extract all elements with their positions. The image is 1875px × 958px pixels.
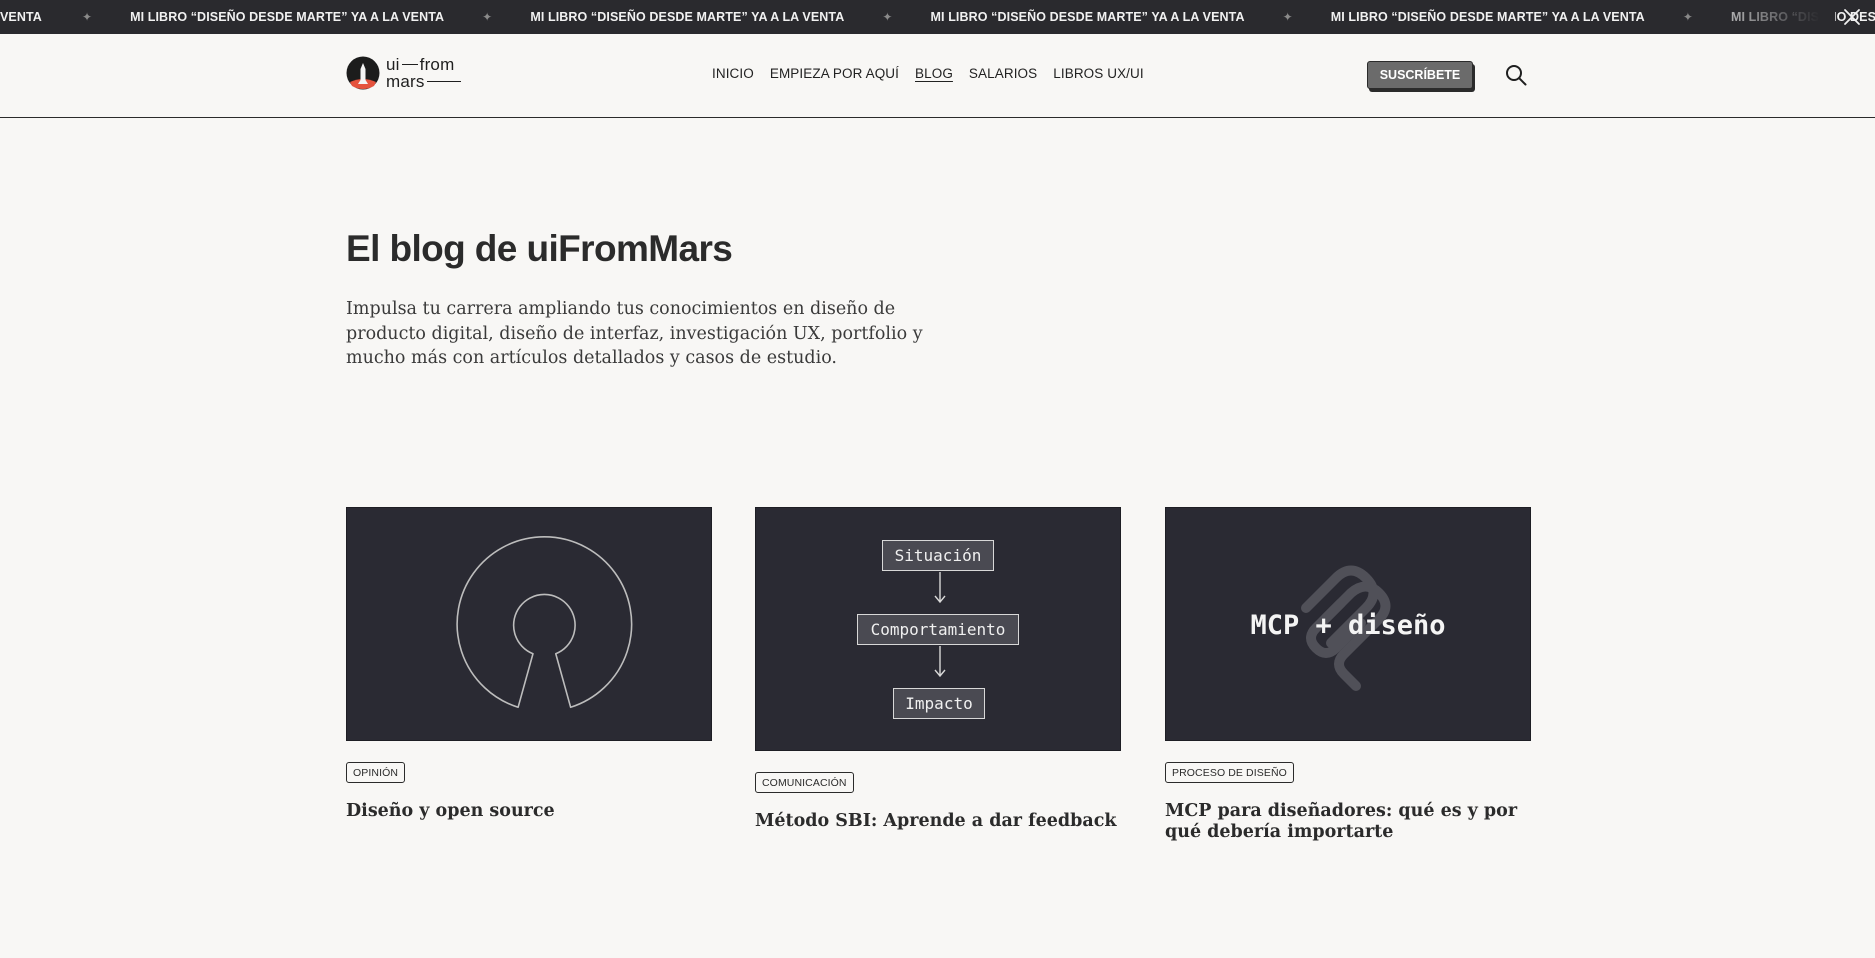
logo-text-from: from (419, 55, 455, 74)
nav-libros-ux-ui[interactable]: LIBROS UX/UI (1053, 66, 1143, 81)
post-card[interactable]: OPINIÓN Diseño y open source (346, 507, 712, 822)
subscribe-button[interactable]: SUSCRÍBETE (1367, 61, 1473, 89)
open-source-logo-icon (456, 536, 633, 709)
announcement-banner[interactable]: VENTA ✦ MI LIBRO “DISEÑO DESDE MARTE” YA… (0, 0, 1875, 34)
post-image-sbi[interactable]: Situación Comportamiento Impacto (755, 507, 1121, 751)
banner-fade (1685, 0, 1835, 34)
close-icon[interactable] (1843, 8, 1861, 26)
search-icon[interactable] (1504, 63, 1528, 87)
banner-item[interactable]: MI LIBRO “DISEÑO DESDE MARTE” YA A LA VE… (530, 10, 930, 24)
flow-box-situacion: Situación (882, 540, 994, 571)
site-header: ui from mars INICIO EMPIEZA POR AQUÍ BLO… (0, 34, 1875, 118)
banner-item[interactable]: MI LIBRO “DISEÑO DESDE MARTE” YA A LA VE… (130, 10, 530, 24)
logo-dash (426, 80, 461, 83)
banner-marquee[interactable]: VENTA ✦ MI LIBRO “DISEÑO DESDE MARTE” YA… (0, 0, 1875, 34)
post-tag[interactable]: PROCESO DE DISEÑO (1165, 762, 1294, 783)
main-nav: INICIO EMPIEZA POR AQUÍ BLOG SALARIOS LI… (712, 66, 1160, 81)
post-title[interactable]: Diseño y open source (346, 801, 712, 822)
logo-dash (401, 63, 418, 66)
nav-inicio[interactable]: INICIO (712, 66, 754, 81)
nav-empieza-por-aqui[interactable]: EMPIEZA POR AQUÍ (770, 66, 899, 81)
flow-box-impacto: Impacto (893, 688, 985, 719)
post-image-mcp[interactable]: MCP + diseño (1165, 507, 1531, 741)
site-logo[interactable]: ui from mars (346, 56, 461, 90)
banner-text[interactable]: MI LIBRO “DISEÑO DESDE MARTE” YA A LA VE… (931, 10, 1245, 24)
arrow-down-icon (934, 646, 946, 678)
post-tag[interactable]: COMUNICACIÓN (755, 772, 854, 793)
banner-item[interactable]: VENTA ✦ (0, 10, 130, 24)
logo-text-ui: ui (386, 55, 400, 74)
sparkle-icon: ✦ (1282, 10, 1293, 24)
flow-box-comportamiento: Comportamiento (857, 614, 1019, 645)
sparkle-icon: ✦ (482, 10, 493, 24)
mcp-image-text: MCP + diseño (1250, 610, 1446, 641)
logo-text-mars: mars (386, 72, 425, 91)
sparkle-icon: ✦ (882, 10, 893, 24)
banner-text[interactable]: MI LIBRO “DISEÑO DESDE MARTE” YA A LA VE… (1331, 10, 1645, 24)
logo-wordmark: ui from mars (386, 56, 461, 90)
post-tag[interactable]: OPINIÓN (346, 762, 406, 783)
post-title[interactable]: Método SBI: Aprende a dar feedback (755, 811, 1121, 832)
post-card[interactable]: Situación Comportamiento Impacto COMUNIC… (755, 507, 1121, 832)
post-image-open-source[interactable] (346, 507, 712, 741)
arrow-down-icon (934, 572, 946, 604)
nav-blog[interactable]: BLOG (915, 66, 953, 81)
banner-item[interactable]: MI LIBRO “DISEÑO DESDE MARTE” YA A LA VE… (931, 10, 1331, 24)
banner-item[interactable]: MI LIBRO “DISEÑO DESDE MARTE” YA A LA VE… (1331, 10, 1731, 24)
nav-salarios[interactable]: SALARIOS (969, 66, 1037, 81)
rocket-logo-icon (346, 56, 380, 90)
banner-text[interactable]: VENTA (0, 10, 42, 24)
page-description: Impulsa tu carrera ampliando tus conocim… (346, 299, 923, 368)
post-card[interactable]: MCP + diseño PROCESO DE DISEÑO MCP para … (1165, 507, 1531, 843)
page-title: El blog de uiFromMars (346, 228, 733, 269)
sparkle-icon: ✦ (81, 10, 93, 24)
banner-text[interactable]: MI LIBRO “DISEÑO DESDE MARTE” YA A LA VE… (130, 10, 444, 24)
banner-text[interactable]: MI LIBRO “DISEÑO DESDE MARTE” YA A LA VE… (530, 10, 844, 24)
post-title[interactable]: MCP para diseñadores: qué es y por qué d… (1165, 801, 1531, 843)
